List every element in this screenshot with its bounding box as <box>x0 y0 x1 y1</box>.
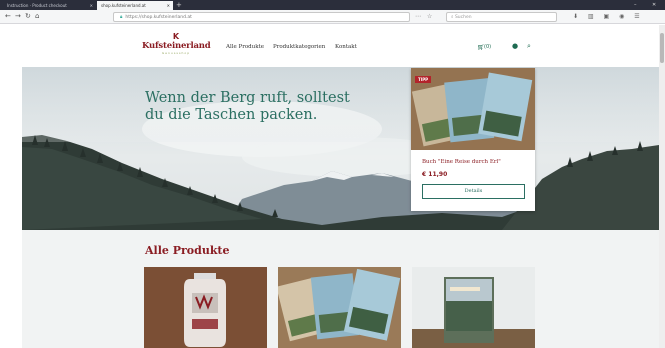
site-header: K Kufsteinerland Genussshop Alle Produkt… <box>22 25 659 67</box>
product-image-bottle <box>144 267 267 348</box>
scroll-thumb[interactable] <box>660 33 664 63</box>
browser-nav-bar: ← → ↻ ⌂ 🔒︎ https://shop.kufsteinerland.at… <box>0 10 665 24</box>
product-card-3[interactable] <box>412 267 535 348</box>
url-bar[interactable]: 🔒︎ https://shop.kufsteinerland.at <box>113 12 410 22</box>
tab-shop[interactable]: shop.kufsteinerland.at ✕ <box>97 1 173 10</box>
logo-mark: K <box>172 32 180 41</box>
toolbar-icons[interactable]: ⬇ ▥ ▣ ◉ ☰ <box>573 13 644 20</box>
close-tab-icon[interactable]: ✕ <box>90 3 93 8</box>
tipp-badge: TIPP <box>415 76 432 83</box>
tab-instruction[interactable]: Instruction · Product checkout ✕ <box>3 1 96 10</box>
back-icon[interactable]: ← <box>5 13 11 20</box>
close-tab-icon[interactable]: ✕ <box>167 3 170 8</box>
menu-contact[interactable]: Kontakt <box>335 44 357 50</box>
close-window-icon[interactable]: ✕ <box>652 2 656 8</box>
reload-icon[interactable]: ↻ <box>25 13 31 20</box>
details-button[interactable]: Details <box>422 184 525 199</box>
new-tab-icon[interactable]: + <box>176 1 182 9</box>
cart-count[interactable]: (0) <box>484 44 491 50</box>
site-logo[interactable]: K Kufsteinerland Genussshop <box>142 32 211 56</box>
shop-page: K Kufsteinerland Genussshop Alle Produkt… <box>22 25 659 348</box>
home-icon[interactable]: ⌂ <box>35 13 39 20</box>
tab-label: shop.kufsteinerland.at <box>101 3 146 8</box>
search-bar[interactable]: ⌕ Suchen <box>446 12 557 22</box>
hero-headline-line1: Wenn der Berg ruft, solltest <box>145 90 350 106</box>
featured-product-image[interactable]: TIPP <box>411 68 535 150</box>
logo-name: Kufsteinerland <box>142 41 211 51</box>
url-text: https://shop.kufsteinerland.at <box>125 15 192 20</box>
product-image-books <box>278 267 401 348</box>
minimize-icon[interactable]: – <box>634 2 637 8</box>
product-image-book <box>412 267 535 348</box>
featured-product-title[interactable]: Buch "Eine Reise durch Erl" <box>422 159 501 165</box>
hero-headline-line2: du die Taschen packen. <box>145 107 318 123</box>
product-card-1[interactable] <box>144 267 267 348</box>
lock-icon: 🔒︎ <box>120 15 123 20</box>
scrollbar[interactable] <box>659 25 665 348</box>
products-section: Alle Produkte <box>22 230 659 348</box>
hero-headline: Wenn der Berg ruft, solltest du die Tasc… <box>145 90 405 124</box>
section-title: Alle Produkte <box>145 244 230 257</box>
product-card-2[interactable] <box>278 267 401 348</box>
browser-tab-bar: Instruction · Product checkout ✕ shop.ku… <box>0 0 665 10</box>
search-placeholder: Suchen <box>454 15 472 20</box>
page-actions-icon[interactable]: ⋯ ☆ <box>415 13 434 20</box>
hero-banner: Wenn der Berg ruft, solltest du die Tasc… <box>22 67 659 230</box>
menu-categories[interactable]: Produktkategorien <box>273 44 325 50</box>
forward-icon[interactable]: → <box>15 13 21 20</box>
featured-product-price: € 11,90 <box>422 171 448 178</box>
menu-all-products[interactable]: Alle Produkte <box>226 44 264 50</box>
logo-subtitle: Genussshop <box>161 51 191 55</box>
search-icon[interactable]: ⌕ <box>527 43 531 50</box>
tab-label: Instruction · Product checkout <box>7 3 67 8</box>
featured-product-card[interactable]: TIPP Buch "Eine Reise durch Erl" € 11,90… <box>411 68 535 211</box>
user-icon[interactable]: ● <box>512 43 518 50</box>
